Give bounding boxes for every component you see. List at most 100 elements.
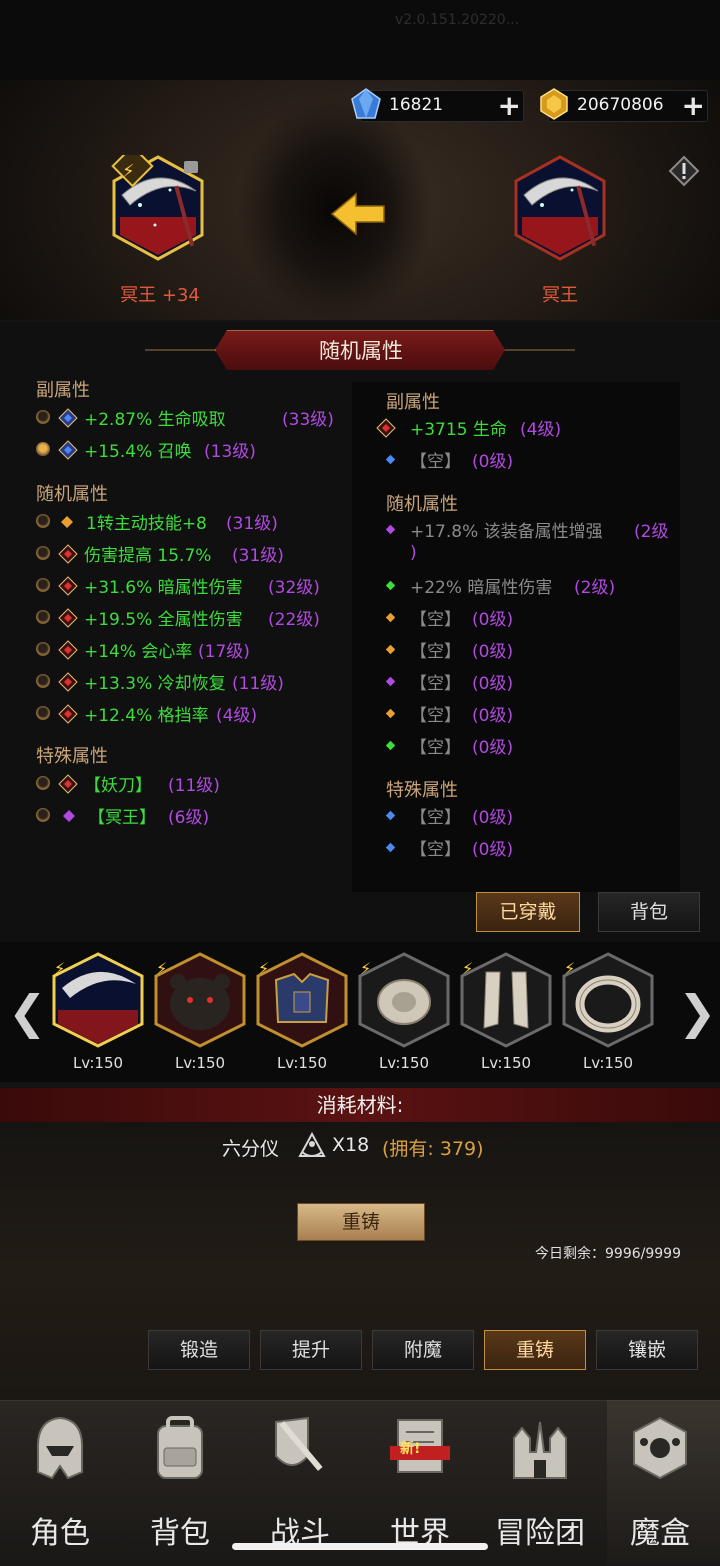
home-indicator [232, 1543, 488, 1550]
nav-bag[interactable]: 背包 [120, 1400, 240, 1565]
attr-level: (0级) [472, 642, 514, 662]
lock-radio[interactable] [36, 808, 50, 822]
attr-level: (32级) [268, 578, 320, 598]
attr-level: (6级) [168, 808, 210, 828]
svg-text:⚡: ⚡ [564, 959, 575, 978]
add-diamond-button[interactable]: + [498, 89, 521, 122]
attr-text: 【妖刀】 [84, 776, 152, 796]
equipped-button[interactable]: 已穿戴 [476, 892, 580, 932]
attr-level: (0级) [472, 808, 514, 828]
equipment-slot[interactable]: ⚡ Lv:150 [356, 952, 452, 1072]
equipment-slot[interactable]: ⚡ Lv:150 [560, 952, 656, 1072]
slot-level: Lv:150 [276, 1054, 328, 1072]
orange-diamond-icon [385, 708, 396, 719]
attr-level: (0级) [472, 674, 514, 694]
right-special-attr-title: 特殊属性 [386, 780, 458, 801]
lock-radio[interactable] [36, 578, 50, 592]
left-random-attr-title: 随机属性 [36, 484, 108, 505]
purple-diamond-icon [63, 810, 75, 822]
nav-label: 冒险团 [495, 1516, 585, 1551]
new-equipment-scythe-icon[interactable] [512, 155, 608, 261]
tab-forge[interactable]: 锻造 [148, 1330, 250, 1370]
attr-text: +31.6% 暗属性伤害 [84, 578, 243, 598]
current-equipment-scythe-icon[interactable]: ⚡ [110, 155, 206, 261]
armor-icon: ⚡ [256, 952, 348, 1048]
lock-radio[interactable] [36, 776, 50, 790]
green-diamond-icon [385, 580, 396, 591]
svg-text:⚡: ⚡ [258, 959, 269, 978]
tab-enchant[interactable]: 附魔 [372, 1330, 474, 1370]
tab-inlay[interactable]: 镶嵌 [596, 1330, 698, 1370]
purple-diamond-icon [385, 676, 396, 687]
right-sub-attr-title: 副属性 [386, 392, 440, 413]
attr-text: 【冥王】 [88, 808, 156, 828]
attr-text: 【空】 [410, 840, 461, 860]
castle-icon [513, 1421, 567, 1479]
top-status-bar: v2.0.151.20220... [0, 0, 720, 80]
lock-radio[interactable] [36, 410, 50, 424]
diamond-currency: 16821 + [351, 88, 524, 122]
title-decoration-right [500, 349, 575, 351]
blue-diamond-icon [58, 408, 78, 428]
strip-prev-arrow-icon[interactable]: ❮ [8, 985, 47, 1039]
backpack-icon [157, 1416, 203, 1479]
attr-level: (2级 [634, 522, 669, 542]
sword-shield-icon [275, 1416, 323, 1471]
lock-radio[interactable] [36, 674, 50, 688]
lock-radio[interactable] [36, 514, 50, 528]
equipment-slot[interactable]: ⚡ Lv:150 [458, 952, 554, 1072]
attr-text: +15.4% 召唤 [84, 442, 192, 462]
info-warning-icon[interactable] [668, 155, 700, 187]
ring-icon: ⚡ [562, 952, 654, 1048]
nav-character[interactable]: 角色 [0, 1400, 120, 1565]
attr-level: (31级) [232, 546, 284, 566]
attr-text: +12.4% 格挡率 [84, 706, 209, 726]
attr-level: (0级) [472, 738, 514, 758]
red-diamond-icon [58, 640, 78, 660]
right-random-attr-title: 随机属性 [386, 494, 458, 515]
reforge-button[interactable]: 重铸 [297, 1203, 425, 1241]
lock-radio-selected[interactable] [36, 442, 50, 456]
attr-level: (17级) [198, 642, 250, 662]
slot-level: Lv:150 [174, 1054, 226, 1072]
equipment-slot[interactable]: ⚡ Lv:150 [254, 952, 350, 1072]
attr-text: +22% 暗属性伤害 [410, 578, 553, 598]
nav-magic-box[interactable]: 魔盒 [600, 1400, 720, 1565]
attr-level: (13级) [204, 442, 256, 462]
tab-upgrade[interactable]: 提升 [260, 1330, 362, 1370]
tab-reforge[interactable]: 重铸 [484, 1330, 586, 1370]
nav-adventure-team[interactable]: 冒险团 [480, 1400, 600, 1565]
attr-text: 【空】 [410, 674, 461, 694]
bag-button[interactable]: 背包 [598, 892, 700, 932]
equipment-slot[interactable]: ⚡ Lv:150 [50, 952, 146, 1072]
red-diamond-icon [376, 418, 396, 438]
panel-title: 随机属性 [215, 330, 505, 370]
lock-radio[interactable] [36, 546, 50, 560]
version-text: v2.0.151.20220... [395, 12, 520, 28]
lock-radio[interactable] [36, 610, 50, 624]
equipment-slot[interactable]: ⚡ Lv:150 [152, 952, 248, 1072]
attr-level: (11级) [232, 674, 284, 694]
attr-text: 1转主动技能+8 [86, 514, 207, 534]
svg-text:⚡: ⚡ [54, 959, 65, 978]
add-gold-button[interactable]: + [682, 89, 705, 122]
lock-radio[interactable] [36, 706, 50, 720]
red-diamond-icon [58, 608, 78, 628]
red-diamond-icon [58, 544, 78, 564]
nav-battle[interactable]: 战斗 [240, 1400, 360, 1565]
lock-radio[interactable] [36, 642, 50, 656]
slot-level: Lv:150 [480, 1054, 532, 1072]
purple-diamond-icon [385, 524, 396, 535]
slot-level: Lv:150 [582, 1054, 634, 1072]
attr-level: (4级) [216, 706, 258, 726]
attr-text: 伤害提高 15.7% [84, 546, 212, 566]
nav-world[interactable]: 新! 世界 [360, 1400, 480, 1565]
gold-amount: 20670806 [577, 95, 664, 115]
svg-text:⚡: ⚡ [122, 161, 135, 182]
strip-next-arrow-icon[interactable]: ❯ [678, 985, 717, 1039]
blue-diamond-icon [385, 454, 396, 465]
sextant-icon [298, 1131, 326, 1157]
material-count: X18 [332, 1134, 370, 1156]
material-title: 消耗材料: [0, 1088, 720, 1122]
nav-label: 背包 [150, 1516, 210, 1551]
